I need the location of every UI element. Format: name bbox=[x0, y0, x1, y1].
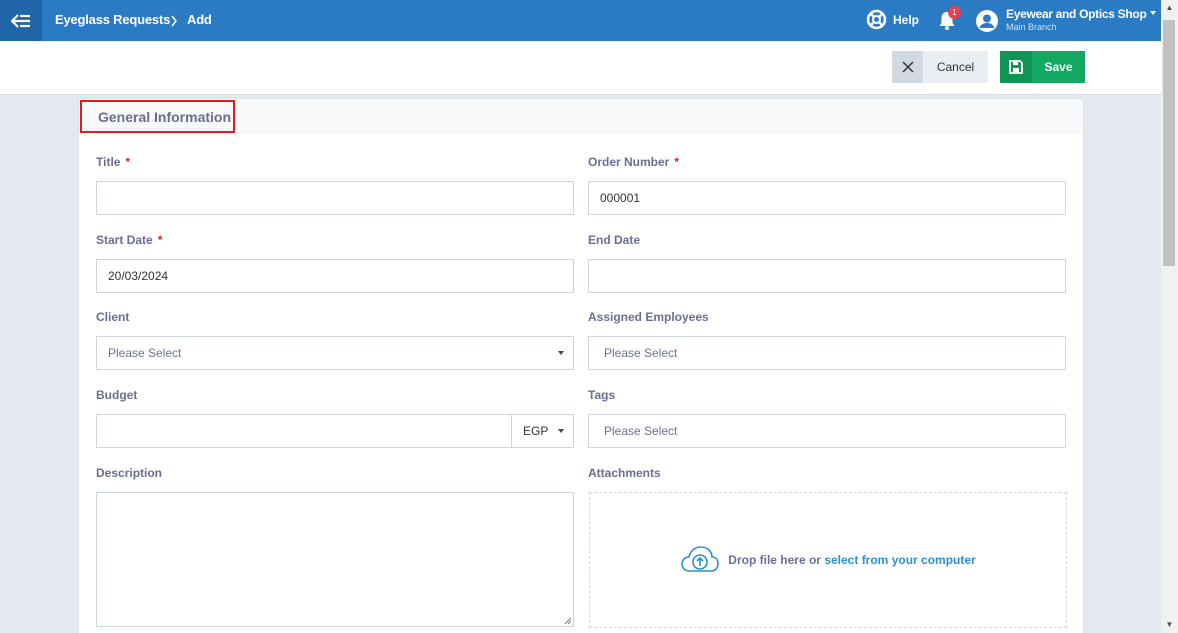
client-placeholder: Please Select bbox=[108, 346, 182, 360]
start-date-input[interactable]: 20/03/2024 bbox=[96, 259, 574, 293]
scroll-thumb[interactable] bbox=[1163, 20, 1175, 266]
title-label: Title * bbox=[96, 155, 131, 169]
scroll-down-arrow-icon[interactable]: ▼ bbox=[1161, 617, 1178, 633]
assigned-employees-label: Assigned Employees bbox=[588, 310, 709, 324]
attachments-label: Attachments bbox=[588, 466, 661, 480]
cancel-button[interactable]: Cancel bbox=[892, 51, 988, 83]
required-marker: * bbox=[125, 155, 131, 169]
notifications-button[interactable]: 1 bbox=[937, 6, 961, 31]
description-textarea[interactable] bbox=[96, 492, 574, 627]
cloud-upload-icon bbox=[681, 546, 720, 572]
assigned-employees-placeholder: Please Select bbox=[604, 346, 678, 360]
account-menu[interactable]: Eyewear and Optics Shop Main Branch bbox=[975, 7, 1156, 33]
general-information-card: General Information Title * Order Number *… bbox=[78, 98, 1084, 633]
help-button[interactable]: Help bbox=[866, 9, 919, 30]
user-circle-icon bbox=[976, 10, 998, 32]
required-marker: * bbox=[157, 233, 163, 247]
tags-select[interactable]: Please Select bbox=[588, 414, 1066, 448]
card-header: General Information bbox=[79, 99, 1083, 134]
budget-input[interactable] bbox=[96, 414, 512, 448]
caret-down-icon bbox=[558, 351, 564, 355]
end-date-input[interactable] bbox=[588, 259, 1066, 293]
order-number-label: Order Number * bbox=[588, 155, 680, 169]
required-marker: * bbox=[674, 155, 680, 169]
tags-placeholder: Please Select bbox=[604, 424, 678, 438]
close-icon bbox=[892, 51, 923, 83]
currency-value: EGP bbox=[523, 424, 549, 438]
scroll-up-arrow-icon[interactable]: ▲ bbox=[1161, 0, 1178, 16]
attachments-dropzone[interactable]: Drop file here or select from your compu… bbox=[589, 492, 1067, 628]
chevron-right-icon bbox=[171, 15, 177, 27]
cancel-label: Cancel bbox=[936, 60, 975, 74]
resize-grip-icon[interactable] bbox=[564, 617, 572, 625]
save-button[interactable]: Save bbox=[1000, 51, 1085, 83]
top-navbar: Eyeglass Requests Add Help 1 Eyewear and… bbox=[0, 0, 1161, 41]
account-name: Eyewear and Optics Shop bbox=[1006, 7, 1147, 21]
action-bar: Cancel Save bbox=[0, 41, 1161, 95]
page-scrollbar[interactable]: ▲ ▼ bbox=[1161, 0, 1178, 633]
lifebuoy-icon bbox=[866, 9, 887, 30]
start-date-label: Start Date * bbox=[96, 233, 163, 247]
account-branch: Main Branch bbox=[1006, 22, 1057, 32]
assigned-employees-select[interactable]: Please Select bbox=[588, 336, 1066, 370]
title-input[interactable] bbox=[96, 181, 574, 215]
caret-down-icon bbox=[558, 429, 564, 433]
caret-down-icon bbox=[1149, 11, 1156, 15]
floppy-disk-icon bbox=[1000, 51, 1032, 83]
breadcrumb-add: Add bbox=[187, 12, 212, 27]
save-label: Save bbox=[1044, 60, 1073, 74]
back-arrow-icon bbox=[11, 13, 30, 28]
select-from-computer-link[interactable]: select from your computer bbox=[824, 553, 975, 567]
notification-badge: 1 bbox=[948, 6, 961, 19]
end-date-label: End Date bbox=[588, 233, 641, 247]
section-title: General Information bbox=[80, 100, 235, 133]
breadcrumb-eyeglass-requests[interactable]: Eyeglass Requests bbox=[55, 12, 170, 27]
order-number-input[interactable]: 000001 bbox=[588, 181, 1066, 215]
currency-select[interactable]: EGP bbox=[511, 414, 574, 448]
client-label: Client bbox=[96, 310, 130, 324]
tags-label: Tags bbox=[588, 388, 616, 402]
help-label: Help bbox=[893, 12, 920, 27]
budget-label: Budget bbox=[96, 388, 138, 402]
dropzone-text: Drop file here or select from your compu… bbox=[728, 553, 976, 567]
client-select[interactable]: Please Select bbox=[96, 336, 574, 370]
back-button[interactable] bbox=[0, 0, 42, 41]
description-label: Description bbox=[96, 466, 163, 480]
